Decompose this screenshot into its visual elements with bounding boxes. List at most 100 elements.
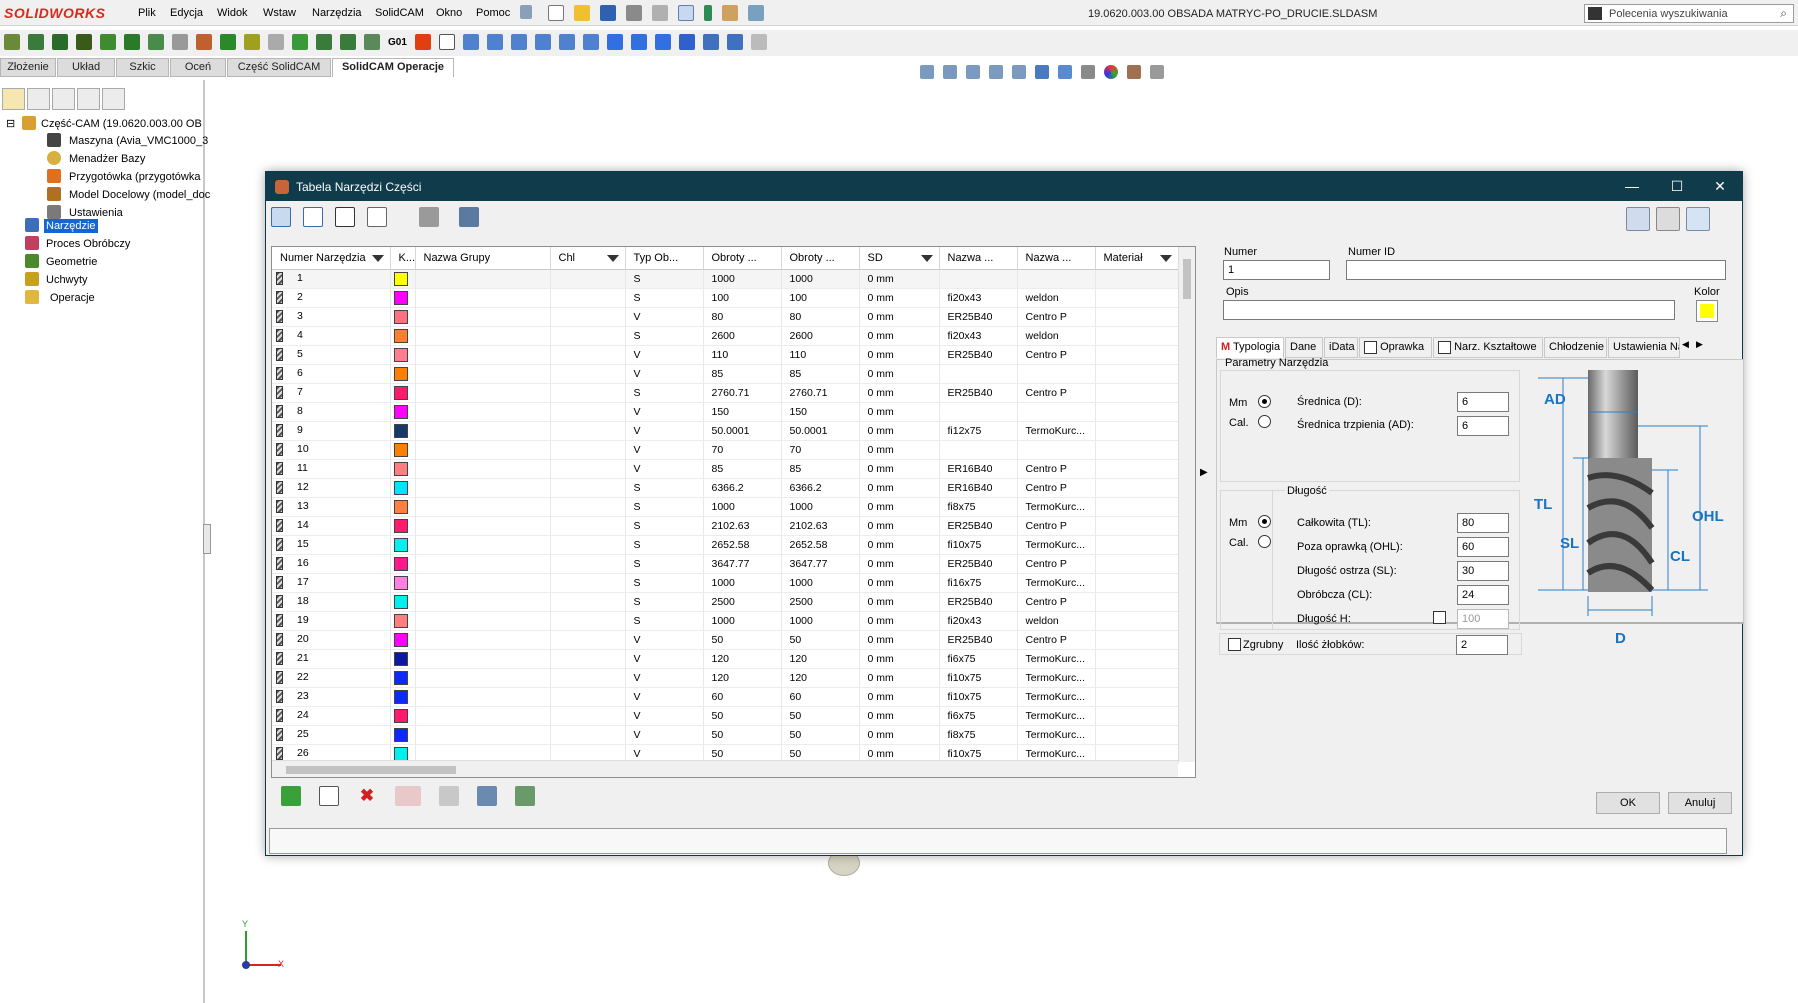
table-cell[interactable]: 1000 — [781, 497, 860, 517]
table-cell[interactable]: 0 mm — [859, 630, 940, 650]
table-cell[interactable]: 0 mm — [859, 592, 940, 612]
table-cell[interactable]: TermoKurc... — [1017, 573, 1096, 593]
tab-ocen[interactable]: Oceń — [170, 58, 226, 77]
table-row[interactable]: 19 S 1000 1000 0 mm fi20x43 weldon — [272, 611, 1179, 631]
table-cell[interactable]: 0 mm — [859, 478, 940, 498]
table-cell[interactable]: 0 mm — [859, 345, 940, 365]
table-cell[interactable] — [550, 307, 626, 327]
table-cell[interactable]: 6366.2 — [781, 478, 860, 498]
tabs-scroll-left-icon[interactable]: ◀ — [1682, 339, 1689, 350]
tool-color-swatch[interactable] — [393, 689, 408, 704]
table-cell[interactable]: 60 — [703, 687, 782, 707]
tabs-scroll-right-icon[interactable]: ▶ — [1696, 339, 1703, 350]
table-cell[interactable] — [415, 725, 551, 745]
table-cell[interactable]: 14 — [272, 516, 391, 536]
table-cell[interactable]: 0 mm — [859, 611, 940, 631]
table-cell[interactable]: 11 — [272, 459, 391, 479]
table-cell[interactable]: 24 — [272, 706, 391, 726]
tool-color-swatch[interactable] — [393, 271, 408, 286]
table-cell[interactable]: 80 — [781, 307, 860, 327]
table-row[interactable]: 7 S 2760.71 2760.71 0 mm ER25B40 Centro P — [272, 383, 1179, 403]
column-header-kolor[interactable]: K... — [390, 247, 416, 270]
column-header-obroty-1[interactable]: Obroty ... — [703, 247, 782, 270]
table-cell[interactable]: TermoKurc... — [1017, 687, 1096, 707]
ok-button[interactable]: OK — [1596, 792, 1660, 814]
h-field[interactable]: 100 — [1457, 609, 1509, 629]
view-right-icon[interactable] — [534, 34, 551, 50]
table-cell[interactable]: 50.0001 — [703, 421, 782, 441]
table-cell[interactable]: 0 mm — [859, 421, 940, 441]
zoom-fit-icon[interactable] — [920, 65, 934, 79]
table-cell[interactable]: 0 mm — [859, 573, 940, 593]
select-cursor-icon[interactable] — [678, 5, 694, 21]
table-cell[interactable]: 2760.71 — [781, 383, 860, 403]
cam-manager-tab[interactable] — [102, 88, 125, 110]
holder-view-icon[interactable] — [1656, 207, 1680, 231]
column-header-numer[interactable]: Numer Narzędzia — [272, 247, 391, 270]
table-cell[interactable] — [550, 668, 626, 688]
add-tool-icon[interactable] — [281, 786, 301, 806]
cal-radio[interactable] — [1258, 415, 1271, 428]
menu-pomoc[interactable]: Pomoc — [476, 7, 510, 19]
table-cell[interactable]: fi20x43 — [939, 288, 1018, 308]
zlobki-field[interactable]: 2 — [1456, 635, 1508, 655]
table-cell[interactable]: 0 mm — [859, 706, 940, 726]
table-cell[interactable] — [390, 269, 416, 289]
table-cell[interactable] — [939, 364, 1018, 384]
table-cell[interactable] — [1095, 307, 1179, 327]
table-cell[interactable] — [550, 383, 626, 403]
table-row[interactable]: 24 V 50 50 0 mm fi6x75 TermoKurc... — [272, 706, 1179, 726]
table-cell[interactable]: 85 — [703, 364, 782, 384]
new-document-icon[interactable] — [548, 5, 564, 21]
table-cell[interactable]: fi6x75 — [939, 706, 1018, 726]
table-cell[interactable]: 19 — [272, 611, 391, 631]
table-cell[interactable] — [415, 383, 551, 403]
table-cell[interactable]: 0 mm — [859, 307, 940, 327]
view-list-icon[interactable] — [303, 207, 323, 227]
table-cell[interactable]: 85 — [781, 459, 860, 479]
table-cell[interactable] — [415, 668, 551, 688]
table-cell[interactable] — [415, 554, 551, 574]
table-cell[interactable] — [415, 592, 551, 612]
table-cell[interactable]: TermoKurc... — [1017, 535, 1096, 555]
table-cell[interactable]: V — [625, 345, 704, 365]
table-cell[interactable] — [1095, 573, 1179, 593]
table-row[interactable]: 18 S 2500 2500 0 mm ER25B40 Centro P — [272, 592, 1179, 612]
table-cell[interactable]: ER25B40 — [939, 592, 1018, 612]
table-cell[interactable]: 2600 — [703, 326, 782, 346]
table-cell[interactable]: 0 mm — [859, 725, 940, 745]
cancel-button[interactable]: Anuluj — [1668, 792, 1732, 814]
table-cell[interactable]: V — [625, 630, 704, 650]
table-cell[interactable] — [1095, 611, 1179, 631]
table-cell[interactable] — [1095, 535, 1179, 555]
table-cell[interactable] — [939, 269, 1018, 289]
table-cell[interactable] — [1017, 269, 1096, 289]
table-cell[interactable]: 6366.2 — [703, 478, 782, 498]
table-cell[interactable]: weldon — [1017, 611, 1096, 631]
table-cell[interactable] — [1095, 668, 1179, 688]
view-iso-icon[interactable] — [606, 34, 623, 50]
table-cell[interactable]: Centro P — [1017, 516, 1096, 536]
table-cell[interactable]: S — [625, 573, 704, 593]
tool-color-swatch[interactable] — [393, 575, 408, 590]
table-cell[interactable]: 0 mm — [859, 326, 940, 346]
table-cell[interactable] — [390, 459, 416, 479]
table-cell[interactable]: S — [625, 478, 704, 498]
table-cell[interactable]: 1000 — [781, 611, 860, 631]
solidcam-manager-tab[interactable] — [2, 88, 25, 110]
table-cell[interactable] — [390, 649, 416, 669]
table-cell[interactable]: V — [625, 668, 704, 688]
table-cell[interactable]: 85 — [781, 364, 860, 384]
table-cell[interactable]: 150 — [781, 402, 860, 422]
table-row[interactable]: 15 S 2652.58 2652.58 0 mm fi10x75 TermoKurc... — [272, 535, 1179, 555]
table-cell[interactable]: fi12x75 — [939, 421, 1018, 441]
view-normal-icon[interactable] — [726, 34, 743, 50]
table-cell[interactable] — [1095, 687, 1179, 707]
table-cell[interactable]: V — [625, 687, 704, 707]
table-cell[interactable]: TermoKurc... — [1017, 725, 1096, 745]
ohl-field[interactable]: 60 — [1457, 537, 1509, 557]
table-cell[interactable] — [390, 345, 416, 365]
undo-icon[interactable] — [652, 5, 668, 21]
table-cell[interactable]: fi20x43 — [939, 611, 1018, 631]
table-cell[interactable]: ER25B40 — [939, 383, 1018, 403]
